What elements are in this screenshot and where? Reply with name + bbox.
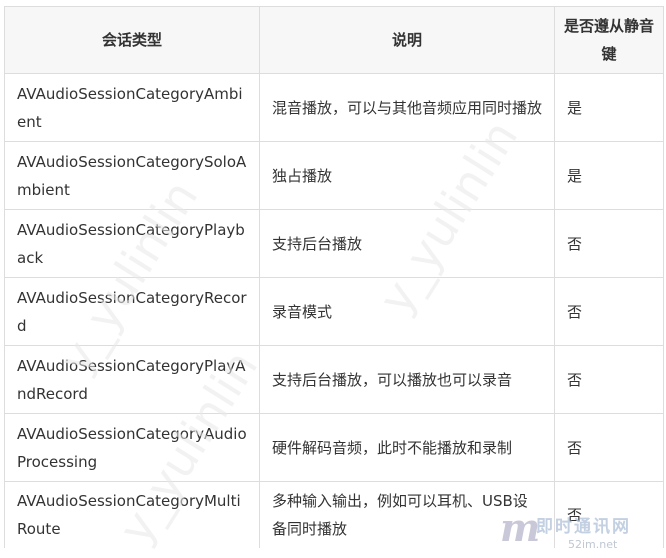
table-row: AVAudioSessionCategoryRecord 录音模式 否 xyxy=(4,277,664,346)
cell-obeys-mute: 是 xyxy=(554,141,664,210)
cell-category: AVAudioSessionCategoryPlayback xyxy=(4,209,260,278)
cell-category: AVAudioSessionCategoryAudioProcessing xyxy=(4,413,260,482)
audio-session-category-table: 会话类型 说明 是否遵从静音键 AVAudioSessionCategoryAm… xyxy=(4,6,664,548)
table-row: AVAudioSessionCategoryPlayback 支持后台播放 否 xyxy=(4,209,664,278)
table-row: AVAudioSessionCategoryPlayAndRecord 支持后台… xyxy=(4,345,664,414)
cell-description: 支持后台播放，可以播放也可以录音 xyxy=(259,345,555,414)
cell-description: 多种输入输出，例如可以耳机、USB设备同时播放 xyxy=(259,481,555,548)
header-description: 说明 xyxy=(259,6,555,74)
cell-description: 支持后台播放 xyxy=(259,209,555,278)
header-session-type: 会话类型 xyxy=(4,6,260,74)
cell-description: 独占播放 xyxy=(259,141,555,210)
cell-obeys-mute: 否 xyxy=(554,277,664,346)
cell-category: AVAudioSessionCategorySoloAmbient xyxy=(4,141,260,210)
table-container: 会话类型 说明 是否遵从静音键 AVAudioSessionCategoryAm… xyxy=(4,6,664,558)
cell-obeys-mute: 否 xyxy=(554,481,664,548)
cell-description: 录音模式 xyxy=(259,277,555,346)
cell-category: AVAudioSessionCategoryAmbient xyxy=(4,73,260,142)
cell-obeys-mute: 是 xyxy=(554,73,664,142)
table-row: AVAudioSessionCategoryAudioProcessing 硬件… xyxy=(4,413,664,482)
cell-category: AVAudioSessionCategoryRecord xyxy=(4,277,260,346)
cell-obeys-mute: 否 xyxy=(554,413,664,482)
header-row: 会话类型 说明 是否遵从静音键 xyxy=(4,6,664,74)
table-header: 会话类型 说明 是否遵从静音键 xyxy=(4,6,664,74)
table-row: AVAudioSessionCategoryAmbient 混音播放，可以与其他… xyxy=(4,73,664,142)
table-row: AVAudioSessionCategoryMultiRoute 多种输入输出，… xyxy=(4,481,664,548)
cell-category: AVAudioSessionCategoryPlayAndRecord xyxy=(4,345,260,414)
cell-obeys-mute: 否 xyxy=(554,209,664,278)
cell-description: 硬件解码音频，此时不能播放和录制 xyxy=(259,413,555,482)
header-obeys-mute: 是否遵从静音键 xyxy=(554,6,664,74)
table-body: AVAudioSessionCategoryAmbient 混音播放，可以与其他… xyxy=(4,73,664,548)
cell-category: AVAudioSessionCategoryMultiRoute xyxy=(4,481,260,548)
table-row: AVAudioSessionCategorySoloAmbient 独占播放 是 xyxy=(4,141,664,210)
cell-description: 混音播放，可以与其他音频应用同时播放 xyxy=(259,73,555,142)
cell-obeys-mute: 否 xyxy=(554,345,664,414)
